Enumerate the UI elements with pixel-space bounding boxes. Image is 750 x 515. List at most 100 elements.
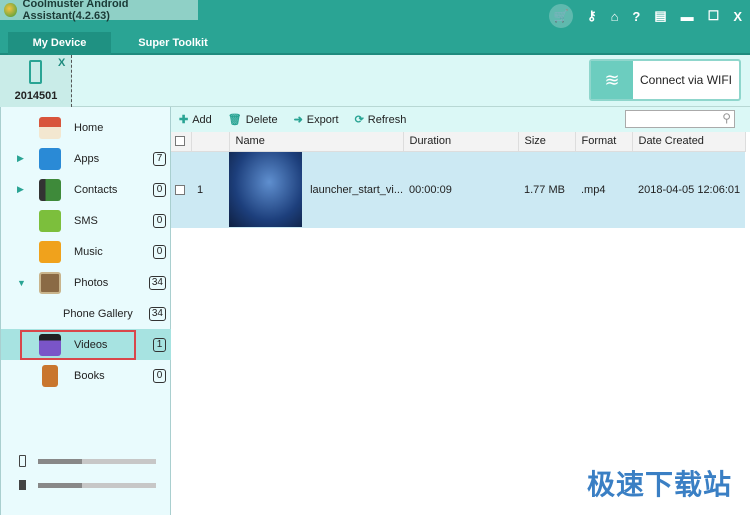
videos-icon xyxy=(39,333,61,356)
sd-card-icon xyxy=(19,480,26,490)
sidebar-item-videos[interactable]: Videos 1 xyxy=(1,329,171,360)
count-badge: 0 xyxy=(153,368,166,383)
duration-header[interactable]: Duration xyxy=(403,132,519,152)
main-tabs: My Device Super Toolkit xyxy=(0,28,750,55)
device-name: 2014501 xyxy=(14,90,58,102)
sidebar-item-phone-gallery[interactable]: Phone Gallery 34 xyxy=(1,298,171,329)
video-date: 2018-04-05 12:06:01 xyxy=(632,151,745,228)
feedback-icon[interactable]: ▤ xyxy=(654,8,666,24)
refresh-button[interactable]: ⟳ Refresh xyxy=(354,113,407,127)
apps-icon xyxy=(39,147,61,170)
index-header xyxy=(191,132,230,152)
export-label: Export xyxy=(306,113,339,126)
toolbar: ✚ Add 🗑 Delete ➜ Export ⟳ Refresh ⚲ xyxy=(171,107,750,132)
video-format: .mp4 xyxy=(575,151,632,228)
count-badge: 0 xyxy=(153,244,166,259)
sidebar-item-label: SMS xyxy=(74,214,98,227)
trash-icon: 🗑 xyxy=(227,114,242,126)
count-badge: 1 xyxy=(153,337,166,352)
phone-storage-icon xyxy=(19,455,26,467)
count-badge: 34 xyxy=(148,275,166,290)
sidebar-item-photos[interactable]: ▼ Photos 34 xyxy=(1,267,171,298)
help-icon[interactable]: ? xyxy=(632,9,640,24)
table-header: Name Duration Size Format Date Created xyxy=(171,132,746,152)
sidebar-item-label: Apps xyxy=(74,152,100,165)
table-row[interactable]: 1 launcher_start_vi... 00:00:09 1.77 MB … xyxy=(171,151,745,228)
key-icon[interactable]: ⚷ xyxy=(587,8,597,24)
music-icon xyxy=(39,240,61,263)
contacts-icon xyxy=(39,178,61,201)
row-index: 1 xyxy=(191,151,229,228)
home-icon[interactable]: ⌂ xyxy=(611,9,619,24)
sidebar-item-label: Photos xyxy=(74,276,109,289)
sidebar-item-contacts[interactable]: ▶ Contacts 0 xyxy=(1,174,171,205)
video-name: launcher_start_vi... xyxy=(310,183,403,196)
sd-storage xyxy=(19,480,156,490)
app-title-text: Coolmuster Android Assistant(4.2.63) xyxy=(22,0,129,22)
sidebar-item-label: Contacts xyxy=(74,183,118,196)
count-badge: 0 xyxy=(153,213,166,228)
app-title: Coolmuster Android Assistant(4.2.63) xyxy=(0,0,198,22)
delete-label: Delete xyxy=(245,113,278,126)
watermark: 极速下载站 xyxy=(586,468,732,501)
refresh-icon: ⟳ xyxy=(354,114,364,126)
phone-icon xyxy=(29,60,42,84)
add-button[interactable]: ✚ Add xyxy=(179,113,212,127)
sidebar-item-label: Videos xyxy=(74,338,108,351)
count-badge: 0 xyxy=(153,182,166,197)
delete-button[interactable]: 🗑 Delete xyxy=(227,113,278,127)
tab-super-toolkit[interactable]: Super Toolkit xyxy=(118,32,228,55)
sidebar-item-music[interactable]: Music 0 xyxy=(1,236,171,267)
search-icon[interactable]: ⚲ xyxy=(722,111,731,125)
format-header[interactable]: Format xyxy=(575,132,633,152)
sidebar-item-label: Music xyxy=(74,245,103,258)
cart-icon[interactable]: 🛒 xyxy=(549,4,574,28)
title-bar: Coolmuster Android Assistant(4.2.63) 🛒 ⚷… xyxy=(0,0,750,28)
sidebar-item-label: Home xyxy=(74,121,104,134)
expand-arrow-icon[interactable]: ▶ xyxy=(17,184,24,195)
books-icon xyxy=(42,364,58,387)
select-all-checkbox[interactable] xyxy=(171,132,192,152)
close-icon[interactable]: X xyxy=(733,9,742,24)
main-panel: ✚ Add 🗑 Delete ➜ Export ⟳ Refresh ⚲ Name Dur… xyxy=(171,107,750,515)
sidebar-item-books[interactable]: Books 0 xyxy=(1,360,171,391)
sidebar-item-label: Books xyxy=(74,369,105,382)
count-badge: 7 xyxy=(153,151,166,166)
tab-my-device[interactable]: My Device xyxy=(8,32,111,55)
count-badge: 34 xyxy=(148,306,166,321)
sidebar: Home ▶ Apps 7 ▶ Contacts 0 SMS 0 Music 0 ▼ Phot… xyxy=(0,107,171,515)
photos-icon xyxy=(39,271,61,294)
connect-wifi-button[interactable]: ≋ Connect via WIFI xyxy=(589,59,741,101)
refresh-label: Refresh xyxy=(367,113,407,126)
app-logo-icon xyxy=(4,3,17,17)
search-input[interactable]: ⚲ xyxy=(625,110,735,128)
row-checkbox[interactable] xyxy=(171,151,191,228)
home-icon xyxy=(39,116,61,139)
video-size: 1.77 MB xyxy=(518,151,575,228)
collapse-arrow-icon[interactable]: ▼ xyxy=(17,278,26,288)
phone-storage-bar xyxy=(38,458,156,464)
sidebar-item-label: Phone Gallery xyxy=(63,307,133,320)
sidebar-item-sms[interactable]: SMS 0 xyxy=(1,205,171,236)
wifi-icon: ≋ xyxy=(591,61,633,99)
name-header[interactable]: Name xyxy=(229,132,404,152)
minimize-icon[interactable]: ▬ xyxy=(681,9,694,24)
connect-wifi-label: Connect via WIFI xyxy=(639,73,733,87)
maximize-icon[interactable]: ☐ xyxy=(708,8,720,24)
export-arrow-icon: ➜ xyxy=(293,114,303,126)
videos-table: Name Duration Size Format Date Created 1… xyxy=(171,132,746,228)
add-label: Add xyxy=(192,113,212,126)
expand-arrow-icon[interactable]: ▶ xyxy=(17,153,24,164)
export-button[interactable]: ➜ Export xyxy=(293,113,339,127)
date-header[interactable]: Date Created xyxy=(632,132,746,152)
plus-icon: ✚ xyxy=(179,114,189,126)
video-thumbnail[interactable] xyxy=(229,152,303,228)
disconnect-device-button[interactable]: X xyxy=(58,57,65,69)
device-bar: X 2014501 ≋ Connect via WIFI xyxy=(0,55,750,107)
sms-icon xyxy=(39,209,61,232)
sidebar-item-home[interactable]: Home xyxy=(1,112,171,143)
device-tab[interactable]: X 2014501 xyxy=(0,55,72,107)
size-header[interactable]: Size xyxy=(518,132,576,152)
sd-storage-bar xyxy=(38,482,156,488)
sidebar-item-apps[interactable]: ▶ Apps 7 xyxy=(1,143,171,174)
